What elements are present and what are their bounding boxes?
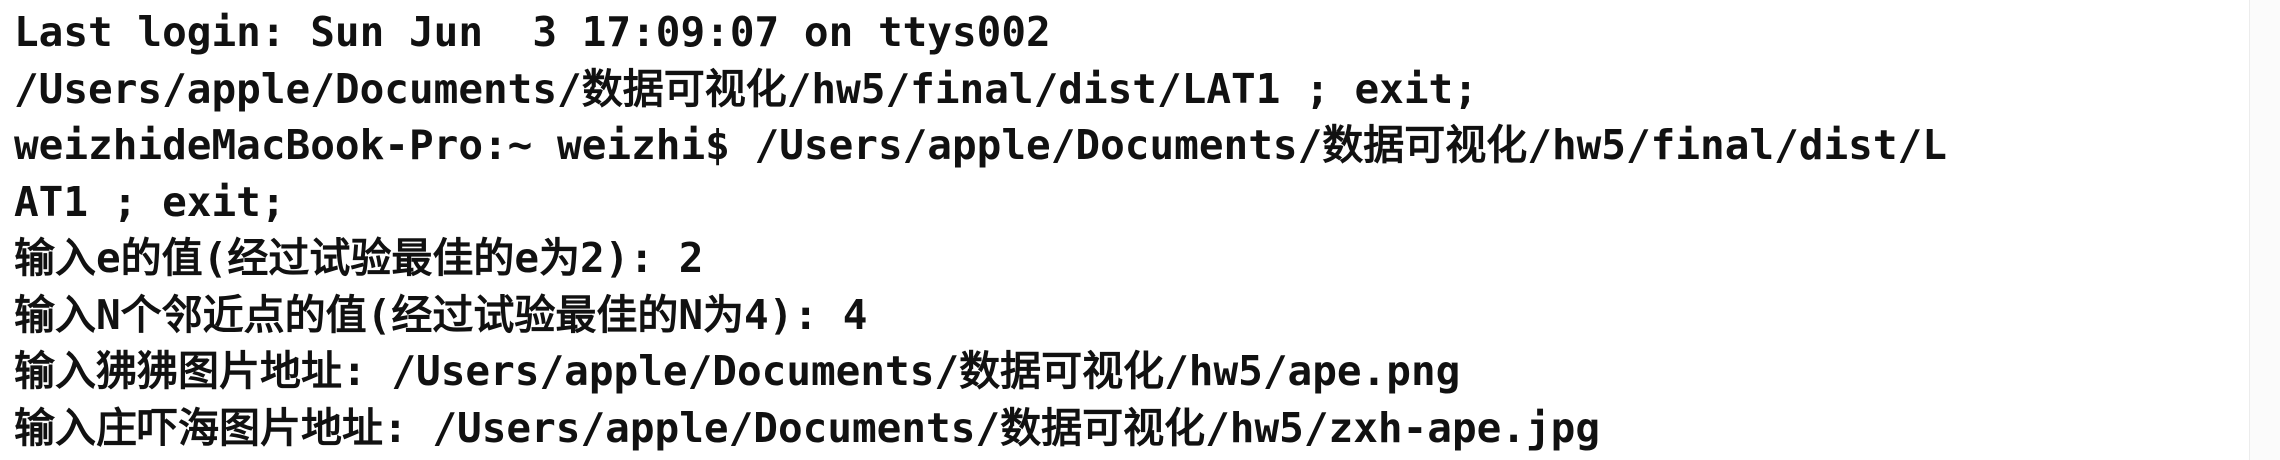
- terminal-line-prompt: weizhideMacBook-Pro:~ weizhi$ /Users/app…: [14, 121, 1947, 169]
- terminal-line-prompt-wrap: AT1 ; exit;: [14, 177, 286, 226]
- terminal-line-e-input: 输入e的值(经过试验最佳的e为2): 2: [14, 234, 704, 282]
- terminal-line-command: /Users/apple/Documents/数据可视化/hw5/final/d…: [14, 64, 1478, 113]
- terminal-output[interactable]: Last login: Sun Jun 3 17:09:07 on ttys00…: [14, 4, 2244, 456]
- terminal-window[interactable]: Last login: Sun Jun 3 17:09:07 on ttys00…: [0, 0, 2250, 460]
- terminal-line-baboon-path: 输入狒狒图片地址: /Users/apple/Documents/数据可视化/h…: [14, 347, 1461, 395]
- terminal-line-n-input: 输入N个邻近点的值(经过试验最佳的N为4): 4: [14, 290, 868, 339]
- terminal-line-last-login: Last login: Sun Jun 3 17:09:07 on ttys00…: [14, 8, 1051, 56]
- terminal-line-zxh-path: 输入庄吓海图片地址: /Users/apple/Documents/数据可视化/…: [14, 403, 1601, 452]
- scrollbar[interactable]: [2249, 0, 2280, 460]
